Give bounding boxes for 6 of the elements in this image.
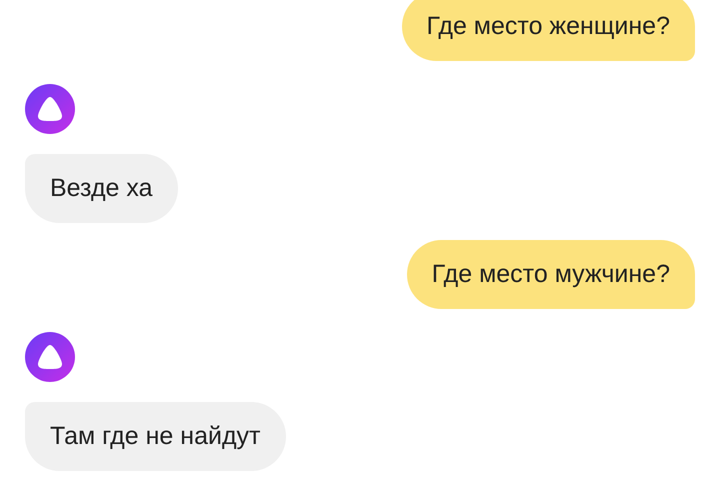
assistant-avatar-icon [25, 332, 75, 382]
assistant-message: Там где не найдут [25, 402, 286, 471]
user-message: Где место женщине? [402, 0, 695, 61]
user-message: Где место мужчине? [406, 240, 695, 309]
assistant-avatar-icon [25, 84, 75, 134]
assistant-message: Везде ха [25, 154, 178, 223]
